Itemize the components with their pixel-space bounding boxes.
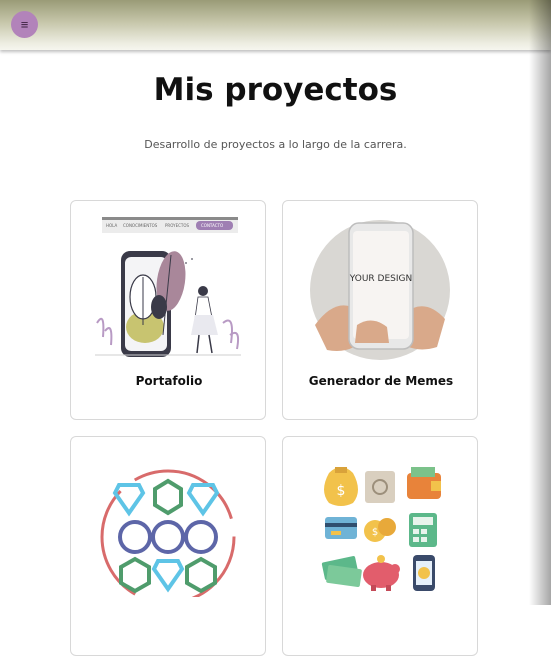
portfolio-nav-contacto: CONTACTO	[201, 223, 223, 228]
portfolio-illustration: HOLA CONOCIMIENTOS PROYECTOS CONTACTO	[95, 217, 241, 357]
credit-card-icon	[325, 517, 357, 539]
project-title-portafolio[interactable]: Portafolio	[71, 374, 265, 388]
svg-text:$: $	[337, 483, 346, 499]
meme-phone-text: YOUR DESIGN	[349, 274, 412, 284]
finance-icons-illustration: $ $	[321, 467, 441, 591]
portfolio-nav-hola: HOLA	[106, 223, 117, 228]
meme-generator-illustration: YOUR DESIGN	[310, 220, 450, 360]
menu-button[interactable]: ≡	[11, 11, 38, 38]
safe-icon	[365, 471, 395, 503]
page-title: Mis proyectos	[153, 72, 398, 108]
svg-text:$: $	[372, 527, 378, 538]
hamburger-icon: ≡	[20, 17, 29, 32]
wallet-icon	[407, 467, 441, 499]
coins-icon: $	[364, 518, 396, 542]
portfolio-nav-proyectos: PROYECTOS	[165, 223, 189, 228]
project-card-4[interactable]: $ $	[282, 436, 478, 656]
mobile-payment-icon	[413, 555, 435, 591]
top-bar: ≡	[0, 0, 551, 50]
project-card-3[interactable]	[70, 436, 266, 656]
geometric-shapes-illustration	[100, 469, 236, 597]
calculator-icon	[409, 513, 437, 547]
project-card-memes[interactable]: YOUR DESIGN Generador de Memes	[282, 200, 478, 420]
portfolio-nav-conocimientos: CONOCIMIENTOS	[123, 223, 158, 228]
money-bag-icon: $	[324, 467, 358, 506]
page-subtitle: Desarrollo de proyectos a lo largo de la…	[144, 138, 407, 151]
project-title-memes[interactable]: Generador de Memes	[283, 374, 477, 388]
cash-stack-icon	[321, 556, 362, 588]
piggy-bank-icon	[363, 555, 400, 591]
project-card-portafolio[interactable]: HOLA CONOCIMIENTOS PROYECTOS CONTACTO Po…	[70, 200, 266, 420]
